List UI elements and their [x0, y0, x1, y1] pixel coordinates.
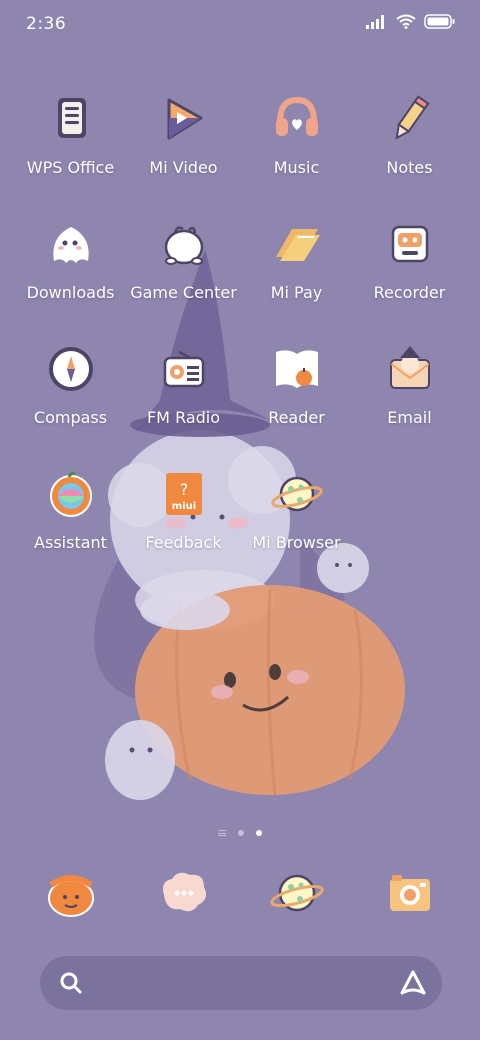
camera-icon	[389, 875, 430, 911]
app-label: WPS Office	[26, 158, 115, 177]
app-assistant[interactable]: Assistant	[14, 467, 127, 592]
phone-icon	[47, 875, 94, 917]
app-mi-browser[interactable]: Mi Browser	[240, 467, 353, 592]
mi-video-icon	[167, 98, 202, 140]
app-label: Mi Pay	[270, 283, 323, 302]
signal-icon	[366, 14, 384, 29]
compass-icon	[48, 347, 93, 391]
app-reader[interactable]: Reader	[240, 342, 353, 467]
page-dot-active	[256, 830, 262, 836]
app-music[interactable]: Music	[240, 92, 353, 217]
app-notes[interactable]: Notes	[353, 92, 466, 217]
dock	[14, 865, 466, 921]
fm-radio-icon	[163, 350, 204, 388]
feedback-icon: ? miui	[165, 473, 202, 515]
dock-browser[interactable]	[240, 865, 353, 921]
search-icon	[60, 972, 82, 994]
assistant-icon	[49, 471, 92, 517]
assistant-voice-icon[interactable]	[398, 968, 428, 998]
browser-icon	[269, 874, 324, 912]
reader-icon	[275, 350, 318, 388]
app-game-center[interactable]: Game Center	[127, 217, 240, 342]
app-wps-office[interactable]: WPS Office	[14, 92, 127, 217]
dock-phone[interactable]	[14, 865, 127, 921]
page-dot	[238, 830, 244, 836]
app-mi-pay[interactable]: Mi Pay	[240, 217, 353, 342]
page-indicator[interactable]	[0, 830, 480, 836]
app-label: Downloads	[26, 283, 115, 302]
mi-pay-icon	[275, 229, 320, 261]
app-label: Notes	[386, 158, 433, 177]
status-time: 2:36	[26, 14, 67, 34]
wifi-icon	[396, 14, 416, 29]
downloads-icon	[52, 227, 89, 263]
app-recorder[interactable]: Recorder	[353, 217, 466, 342]
wps-office-icon	[57, 98, 86, 138]
app-label: Mi Video	[149, 158, 218, 177]
app-label: Email	[387, 408, 432, 427]
recorder-icon	[391, 225, 428, 263]
dock-messages[interactable]	[127, 865, 240, 921]
app-fm-radio[interactable]: FM Radio	[127, 342, 240, 467]
app-label: Mi Browser	[252, 533, 341, 552]
messages-icon	[162, 872, 206, 912]
app-label: Compass	[33, 408, 108, 427]
search-bar[interactable]	[40, 956, 442, 1010]
app-label: Reader	[268, 408, 325, 427]
app-email[interactable]: Email	[353, 342, 466, 467]
app-compass[interactable]: Compass	[14, 342, 127, 467]
app-label: Recorder	[373, 283, 446, 302]
dock-camera[interactable]	[353, 865, 466, 921]
app-grid: WPS Office Mi Video Music Notes Download…	[14, 92, 466, 592]
game-center-icon	[164, 226, 203, 265]
battery-icon	[424, 14, 455, 29]
app-feedback[interactable]: ? miui Feedback	[127, 467, 240, 592]
app-downloads[interactable]: Downloads	[14, 217, 127, 342]
home-screen: 2:36 WPS Office Mi Video Music Notes Dow…	[0, 0, 480, 1040]
feedback-miui-text: miui	[171, 501, 195, 512]
app-label: Assistant	[34, 533, 107, 552]
app-label: FM Radio	[146, 408, 221, 427]
app-label: Game Center	[130, 283, 237, 302]
svg-text:?: ?	[179, 480, 188, 499]
app-mi-video[interactable]: Mi Video	[127, 92, 240, 217]
status-icons	[366, 14, 456, 29]
music-icon	[275, 96, 318, 136]
app-drawer-indicator-icon	[218, 830, 226, 836]
mi-browser-icon	[270, 476, 323, 512]
notes-icon	[395, 95, 429, 140]
email-icon	[389, 346, 430, 389]
app-label: Music	[273, 158, 320, 177]
status-bar: 2:36	[0, 0, 480, 50]
app-label: Feedback	[145, 533, 222, 552]
